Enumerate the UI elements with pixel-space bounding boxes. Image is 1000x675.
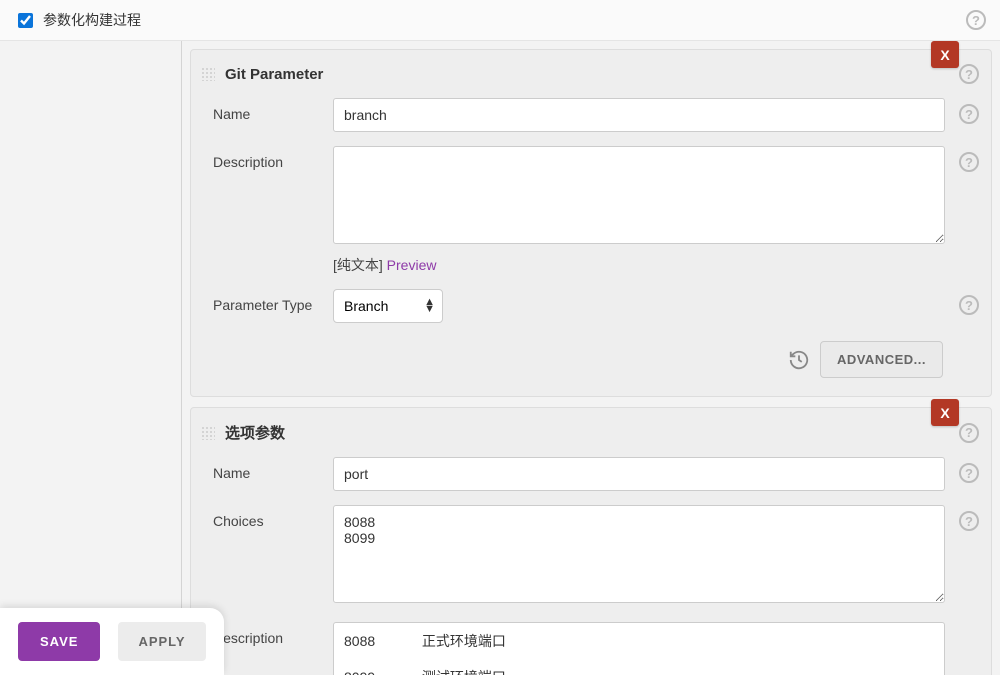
history-icon[interactable] (788, 349, 810, 371)
help-icon[interactable]: ? (966, 10, 986, 30)
block-title: 选项参数 (225, 422, 959, 443)
drag-handle-icon[interactable] (201, 426, 215, 440)
main-panel: X Git Parameter ? Name ? Description (182, 41, 1000, 675)
description-textarea[interactable] (333, 146, 945, 244)
name-label: Name (213, 98, 333, 122)
name-input[interactable] (333, 457, 945, 491)
help-icon[interactable]: ? (959, 463, 979, 483)
parametrized-build-header: 参数化构建过程 ? (0, 0, 1000, 41)
description-textarea[interactable] (333, 622, 945, 675)
apply-button[interactable]: APPLY (118, 622, 205, 661)
preview-link[interactable]: Preview (387, 257, 437, 273)
choices-textarea[interactable] (333, 505, 945, 603)
advanced-button[interactable]: ADVANCED... (820, 341, 943, 378)
git-parameter-block: X Git Parameter ? Name ? Description (190, 49, 992, 397)
help-icon[interactable]: ? (959, 423, 979, 443)
help-icon[interactable]: ? (959, 104, 979, 124)
close-label: X (940, 405, 949, 421)
left-gutter (0, 41, 182, 675)
parametrized-build-checkbox[interactable] (18, 13, 33, 28)
description-hint: [纯文本] Preview (333, 255, 945, 275)
plain-text-label: [纯文本] (333, 257, 383, 273)
drag-handle-icon[interactable] (201, 67, 215, 81)
save-button[interactable]: SAVE (18, 622, 100, 661)
description-label: Description (213, 146, 333, 170)
parameter-type-select[interactable]: Branch (333, 289, 443, 323)
help-icon[interactable]: ? (959, 152, 979, 172)
close-label: X (940, 47, 949, 63)
name-label: Name (213, 457, 333, 481)
block-title: Git Parameter (225, 66, 959, 83)
description-label: Description (213, 622, 333, 646)
name-input[interactable] (333, 98, 945, 132)
close-button[interactable]: X (931, 41, 959, 68)
parametrized-build-title: 参数化构建过程 (43, 10, 966, 30)
help-icon[interactable]: ? (959, 295, 979, 315)
parameter-type-label: Parameter Type (213, 289, 333, 313)
close-button[interactable]: X (931, 399, 959, 426)
help-icon[interactable]: ? (959, 64, 979, 84)
choices-label: Choices (213, 505, 333, 529)
help-icon[interactable]: ? (959, 511, 979, 531)
bottom-action-bar: SAVE APPLY (0, 608, 224, 675)
choice-parameter-block: X 选项参数 ? Name ? Choices (190, 407, 992, 675)
